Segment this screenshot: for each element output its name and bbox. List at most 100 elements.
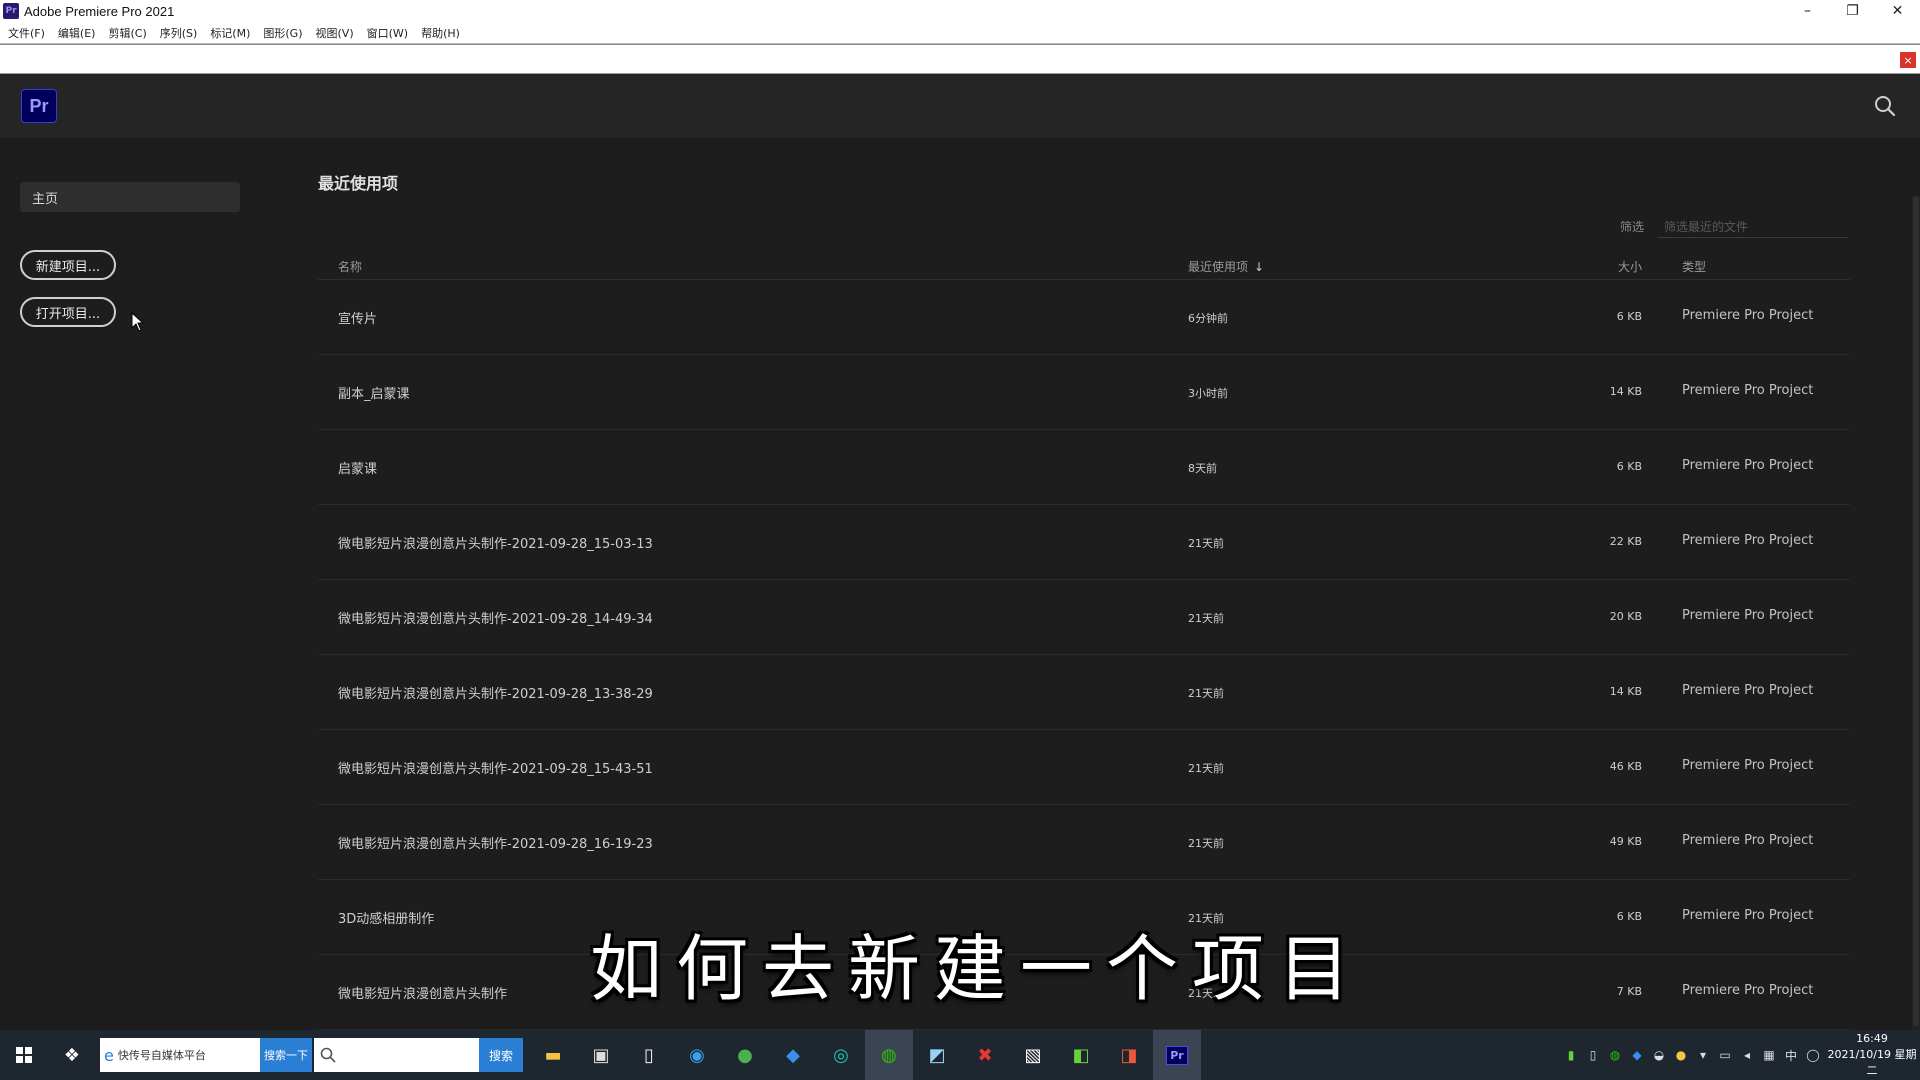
- row-date: 21天前: [1188, 612, 1224, 625]
- menu-file[interactable]: 文件(F): [8, 25, 45, 41]
- row-size: 7 KB: [1616, 985, 1642, 998]
- store-icon[interactable]: ▣: [577, 1030, 625, 1080]
- browser-search-button[interactable]: 搜索一下: [260, 1038, 312, 1072]
- row-size: 22 KB: [1609, 535, 1642, 548]
- row-type: Premiere Pro Project: [1682, 833, 1814, 848]
- column-header-name[interactable]: 名称: [338, 258, 362, 275]
- menu-clip[interactable]: 剪辑(C): [108, 25, 146, 41]
- menu-window[interactable]: 窗口(W): [367, 25, 408, 41]
- display-icon[interactable]: ▭: [1714, 1048, 1736, 1062]
- row-name: 3D动感相册制作: [338, 912, 435, 927]
- home-sidebar: 主页 新建项目... 打开项目...: [0, 138, 300, 1030]
- row-size: 6 KB: [1616, 460, 1642, 473]
- column-header-date[interactable]: 最近使用项 ↓: [1188, 258, 1264, 275]
- close-window-button[interactable]: ✕: [1875, 0, 1920, 22]
- row-type: Premiere Pro Project: [1682, 908, 1814, 923]
- notepad-icon[interactable]: ▯: [625, 1030, 673, 1080]
- photo-app-icon[interactable]: ▧: [1009, 1030, 1057, 1080]
- taskbar-clock[interactable]: 16:49 2021/10/19 星期二: [1824, 1031, 1920, 1079]
- restore-button[interactable]: ❐: [1830, 0, 1875, 22]
- menu-edit[interactable]: 编辑(E): [58, 25, 96, 41]
- recent-title: 最近使用项: [318, 174, 399, 193]
- table-row[interactable]: 微电影短片浪漫创意片头制作-2021-09-28_15-43-51 21天前 4…: [318, 730, 1850, 805]
- clock-date: 2021/10/19 星期二: [1827, 1048, 1917, 1077]
- row-type: Premiere Pro Project: [1682, 683, 1814, 698]
- row-type: Premiere Pro Project: [1682, 608, 1814, 623]
- column-header-size[interactable]: 大小: [1618, 258, 1642, 275]
- home-header: Pr: [0, 74, 1920, 138]
- notification-icon[interactable]: ◯: [1802, 1048, 1824, 1062]
- start-button[interactable]: [0, 1030, 48, 1080]
- row-date: 21天前: [1188, 687, 1224, 700]
- row-size: 14 KB: [1609, 385, 1642, 398]
- edge-browser-icon[interactable]: ◉: [673, 1030, 721, 1080]
- wechat-icon[interactable]: ◍: [865, 1030, 913, 1080]
- blue-app-icon[interactable]: ◆: [769, 1030, 817, 1080]
- row-size: 6 KB: [1616, 910, 1642, 923]
- menu-help[interactable]: 帮助(H): [421, 25, 460, 41]
- security-tray-icon[interactable]: ●: [1670, 1048, 1692, 1062]
- row-name: 微电影短片浪漫创意片头制作-2021-09-28_16-19-23: [338, 837, 653, 852]
- ie-icon: e: [104, 1045, 114, 1065]
- column-header-type[interactable]: 类型: [1682, 258, 1706, 275]
- ime-indicator[interactable]: 中: [1780, 1047, 1802, 1064]
- row-type: Premiere Pro Project: [1682, 533, 1814, 548]
- teal-app-icon[interactable]: ◎: [817, 1030, 865, 1080]
- filter-input[interactable]: 筛选最近的文件: [1658, 212, 1848, 238]
- mouse-cursor-icon: [131, 312, 145, 332]
- table-row[interactable]: 微电影短片浪漫创意片头制作-2021-09-28_13-38-29 21天前 1…: [318, 655, 1850, 730]
- volume-icon[interactable]: ◂: [1736, 1048, 1758, 1062]
- row-date: 21天前: [1188, 837, 1224, 850]
- new-project-button[interactable]: 新建项目...: [20, 250, 116, 280]
- row-type: Premiere Pro Project: [1682, 383, 1814, 398]
- window-titlebar: Pr Adobe Premiere Pro 2021 – ❐ ✕: [0, 0, 1920, 22]
- recent-list-scrollbar[interactable]: [1912, 196, 1920, 1036]
- usb-icon[interactable]: ▯: [1582, 1048, 1604, 1062]
- search-icon[interactable]: [1874, 95, 1896, 117]
- row-name: 微电影短片浪漫创意片头制作-2021-09-28_14-49-34: [338, 612, 653, 627]
- sort-down-icon: ↓: [1254, 260, 1265, 274]
- file-explorer-icon[interactable]: ▬: [529, 1030, 577, 1080]
- battery-icon[interactable]: ▮: [1560, 1048, 1582, 1062]
- menu-bar: 文件(F) 编辑(E) 剪辑(C) 序列(S) 标记(M) 图形(G) 视图(V…: [0, 22, 1920, 44]
- taskbar-search-input[interactable]: [314, 1038, 479, 1072]
- microphone-icon[interactable]: ▾: [1692, 1048, 1714, 1062]
- row-size: 49 KB: [1609, 835, 1642, 848]
- menu-graphics[interactable]: 图形(G): [263, 25, 302, 41]
- table-row[interactable]: 宣传片 6分钟前 6 KB Premiere Pro Project: [318, 280, 1850, 355]
- menu-markers[interactable]: 标记(M): [210, 25, 250, 41]
- column-header-date-label: 最近使用项: [1188, 260, 1249, 274]
- premiere-taskbar-icon[interactable]: Pr: [1153, 1030, 1201, 1080]
- sidebar-item-home[interactable]: 主页: [20, 182, 240, 212]
- menu-view[interactable]: 视图(V): [316, 25, 354, 41]
- red-c-app-icon[interactable]: ◨: [1105, 1030, 1153, 1080]
- browser-search-box[interactable]: e 快传号自媒体平台: [100, 1038, 260, 1072]
- red-x-app-icon[interactable]: ✖: [961, 1030, 1009, 1080]
- row-type: Premiere Pro Project: [1682, 983, 1814, 998]
- scrollbar-thumb[interactable]: [1913, 196, 1919, 1026]
- row-name: 启蒙课: [338, 462, 378, 477]
- wechat-tray-icon[interactable]: ◍: [1604, 1048, 1626, 1062]
- notice-close-icon[interactable]: ×: [1900, 52, 1916, 68]
- table-row[interactable]: 微电影短片浪漫创意片头制作-2021-09-28_14-49-34 21天前 2…: [318, 580, 1850, 655]
- filter-label: 筛选: [1620, 220, 1645, 234]
- green-app-icon[interactable]: ●: [721, 1030, 769, 1080]
- menu-sequence[interactable]: 序列(S): [160, 25, 198, 41]
- row-date: 21天前: [1188, 762, 1224, 775]
- network-tray-icon[interactable]: ◒: [1648, 1048, 1670, 1062]
- keyboard-icon[interactable]: ▦: [1758, 1048, 1780, 1062]
- taskbar-search-button[interactable]: 搜索: [479, 1038, 523, 1072]
- row-size: 14 KB: [1609, 685, 1642, 698]
- table-row[interactable]: 微电影短片浪漫创意片头制作-2021-09-28_15-03-13 21天前 2…: [318, 505, 1850, 580]
- bluetooth-tray-icon[interactable]: ◆: [1626, 1048, 1648, 1062]
- table-row[interactable]: 微电影短片浪漫创意片头制作-2021-09-28_16-19-23 21天前 4…: [318, 805, 1850, 880]
- app-hub-icon[interactable]: ❖: [48, 1030, 96, 1080]
- note-app-icon[interactable]: ◩: [913, 1030, 961, 1080]
- windows-taskbar: ❖ e 快传号自媒体平台 搜索一下 搜索 ▬ ▣ ▯ ◉ ● ◆ ◎ ◍ ◩ ✖…: [0, 1030, 1920, 1080]
- green-c-app-icon[interactable]: ◧: [1057, 1030, 1105, 1080]
- table-row[interactable]: 启蒙课 8天前 6 KB Premiere Pro Project: [318, 430, 1850, 505]
- table-row[interactable]: 副本_启蒙课 3小时前 14 KB Premiere Pro Project: [318, 355, 1850, 430]
- minimize-button[interactable]: –: [1785, 0, 1830, 22]
- open-project-button[interactable]: 打开项目...: [20, 297, 116, 327]
- window-controls: – ❐ ✕: [1785, 0, 1920, 22]
